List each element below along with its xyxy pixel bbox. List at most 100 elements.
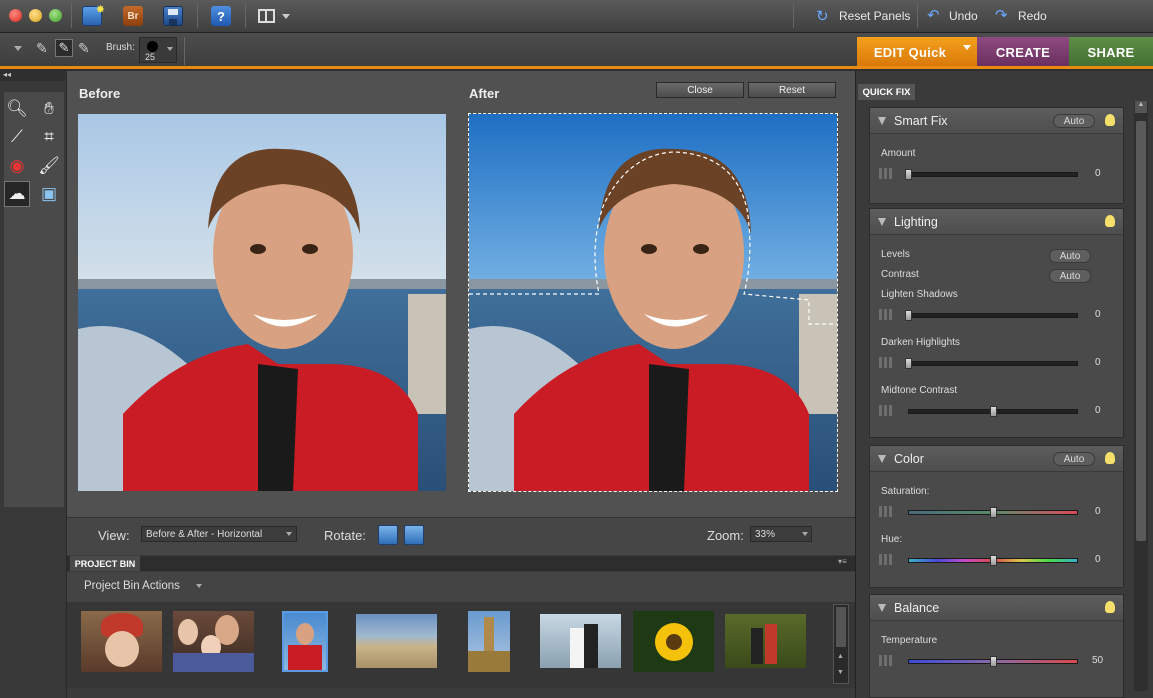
brush-picker[interactable]: 25 <box>139 37 177 63</box>
zoom-field[interactable]: 33% <box>750 526 812 542</box>
lighten-shadows-thumb[interactable] <box>905 310 912 321</box>
bin-scrollbar[interactable]: ▲ ▼ <box>833 604 849 684</box>
reset-panels-icon[interactable]: ↻ <box>816 7 829 25</box>
scroll-up-icon[interactable]: ▲ <box>1135 101 1147 113</box>
grid-icon[interactable] <box>879 405 893 416</box>
temperature-label: Temperature <box>881 635 938 646</box>
thumbnail-girl-red-hat[interactable] <box>81 611 162 672</box>
color-auto-button[interactable]: Auto <box>1053 452 1095 466</box>
whiten-teeth-tool-icon[interactable]: 🖌︎ <box>36 153 62 179</box>
new-file-icon[interactable]: ✸ <box>82 4 105 26</box>
scroll-down-icon[interactable]: ▼ <box>837 669 844 676</box>
chevron-down-icon <box>286 532 292 536</box>
zoom-window-button[interactable] <box>49 9 62 22</box>
collapse-triangle-icon[interactable] <box>878 117 886 125</box>
make-dull-skies-tool-icon[interactable]: ☁︎ <box>4 181 30 207</box>
grid-icon[interactable] <box>879 554 893 565</box>
chevron-down-icon[interactable] <box>196 584 202 588</box>
redo-icon[interactable]: ↷ <box>995 6 1008 24</box>
lightbulb-icon[interactable] <box>1105 601 1115 613</box>
grid-icon[interactable] <box>879 357 893 368</box>
project-bin-tab[interactable]: PROJECT BIN <box>70 556 140 571</box>
levels-auto-button[interactable]: Auto <box>1049 249 1091 263</box>
grid-icon[interactable] <box>879 655 893 666</box>
layout-dropdown-icon[interactable] <box>282 14 290 19</box>
close-window-button[interactable] <box>9 9 22 22</box>
black-white-high-contrast-tool-icon[interactable]: ▣ <box>36 181 62 207</box>
midtone-contrast-thumb[interactable] <box>990 406 997 417</box>
undo-button[interactable]: Undo <box>949 9 978 23</box>
undo-icon[interactable]: ↶ <box>927 6 940 24</box>
lighten-shadows-slider[interactable] <box>908 313 1078 318</box>
thumbnail-couple-field[interactable] <box>725 614 806 668</box>
brush-add-icon[interactable]: ✎ <box>36 40 48 57</box>
hue-thumb[interactable] <box>990 555 997 566</box>
red-eye-tool-icon[interactable]: ◉ <box>4 153 30 179</box>
balance-header[interactable]: Balance <box>870 595 1123 621</box>
amount-slider[interactable] <box>908 172 1078 177</box>
grid-icon[interactable] <box>879 506 893 517</box>
rotate-right-icon[interactable] <box>404 525 424 545</box>
contrast-auto-button[interactable]: Auto <box>1049 269 1091 283</box>
lightbulb-icon[interactable] <box>1105 114 1115 126</box>
redo-button[interactable]: Redo <box>1018 9 1047 23</box>
crop-tool-icon[interactable]: ⌗ <box>36 124 62 150</box>
minimize-window-button[interactable] <box>29 9 42 22</box>
project-bin-actions[interactable]: Project Bin Actions <box>84 580 180 592</box>
thumbnail-beach-fence[interactable] <box>356 614 437 668</box>
temperature-thumb[interactable] <box>990 656 997 667</box>
close-button[interactable]: Close <box>656 82 744 98</box>
tab-edit-quick[interactable]: EDIT Quick <box>857 37 977 67</box>
collapse-left-icon[interactable]: ◂◂ <box>3 70 11 79</box>
amount-label: Amount <box>881 148 916 159</box>
bin-menu-icon[interactable]: ▾≡ <box>838 557 847 566</box>
save-icon[interactable] <box>163 6 183 26</box>
lightbulb-icon[interactable] <box>1105 452 1115 464</box>
rotate-left-icon[interactable] <box>378 525 398 545</box>
darken-highlights-slider[interactable] <box>908 361 1078 366</box>
tool-preset-dropdown-icon[interactable] <box>14 46 22 51</box>
smart-fix-auto-button[interactable]: Auto <box>1053 114 1095 128</box>
collapse-triangle-icon[interactable] <box>878 218 886 226</box>
scrollbar-thumb[interactable] <box>1136 121 1146 541</box>
toolbar-divider <box>184 37 185 65</box>
saturation-thumb[interactable] <box>990 507 997 518</box>
darken-highlights-value: 0 <box>1095 357 1101 368</box>
tab-share[interactable]: SHARE <box>1069 37 1153 67</box>
lighting-header[interactable]: Lighting <box>870 209 1123 235</box>
hand-tool-icon[interactable]: ✋︎ <box>36 96 62 122</box>
smart-fix-header[interactable]: Smart Fix Auto <box>870 108 1123 134</box>
contrast-label: Contrast <box>881 269 919 280</box>
quick-fix-tab[interactable]: QUICK FIX <box>858 84 915 100</box>
darken-highlights-thumb[interactable] <box>905 358 912 369</box>
amount-slider-thumb[interactable] <box>905 169 912 180</box>
thumbnail-family[interactable] <box>173 611 254 672</box>
collapse-triangle-icon[interactable] <box>878 455 886 463</box>
after-label: After <box>469 86 500 101</box>
collapse-triangle-icon[interactable] <box>878 604 886 612</box>
zoom-tool-icon[interactable]: 🔍︎ <box>4 96 30 122</box>
scroll-up-icon[interactable]: ▲ <box>837 653 844 660</box>
thumbnail-big-ben[interactable] <box>468 611 510 672</box>
grid-icon[interactable] <box>879 309 893 320</box>
help-button[interactable]: ? <box>211 6 231 26</box>
chevron-down-icon <box>963 45 971 50</box>
grid-icon[interactable] <box>879 168 893 179</box>
bridge-button[interactable]: Br <box>123 6 143 26</box>
quick-selection-tool-icon[interactable]: ⟋ <box>4 124 30 150</box>
thumbnail-sunflower[interactable] <box>633 611 714 672</box>
tab-create[interactable]: CREATE <box>977 37 1069 67</box>
panel-scrollbar[interactable]: ▲ <box>1134 101 1148 691</box>
layout-icon[interactable] <box>258 9 275 23</box>
view-select[interactable]: Before & After - Horizontal <box>141 526 297 542</box>
thumbnail-wedding[interactable] <box>540 614 621 668</box>
temperature-value: 50 <box>1092 655 1104 666</box>
brush-selected-icon[interactable]: ✎ <box>55 39 73 57</box>
thumbnail-boy-selected[interactable] <box>282 611 328 672</box>
sparkle-icon: ✸ <box>95 4 105 16</box>
reset-button[interactable]: Reset <box>748 82 836 98</box>
color-header[interactable]: Color Auto <box>870 446 1123 472</box>
reset-panels-button[interactable]: Reset Panels <box>839 9 910 23</box>
brush-subtract-icon[interactable]: ✎ <box>78 40 90 57</box>
lightbulb-icon[interactable] <box>1105 215 1115 227</box>
